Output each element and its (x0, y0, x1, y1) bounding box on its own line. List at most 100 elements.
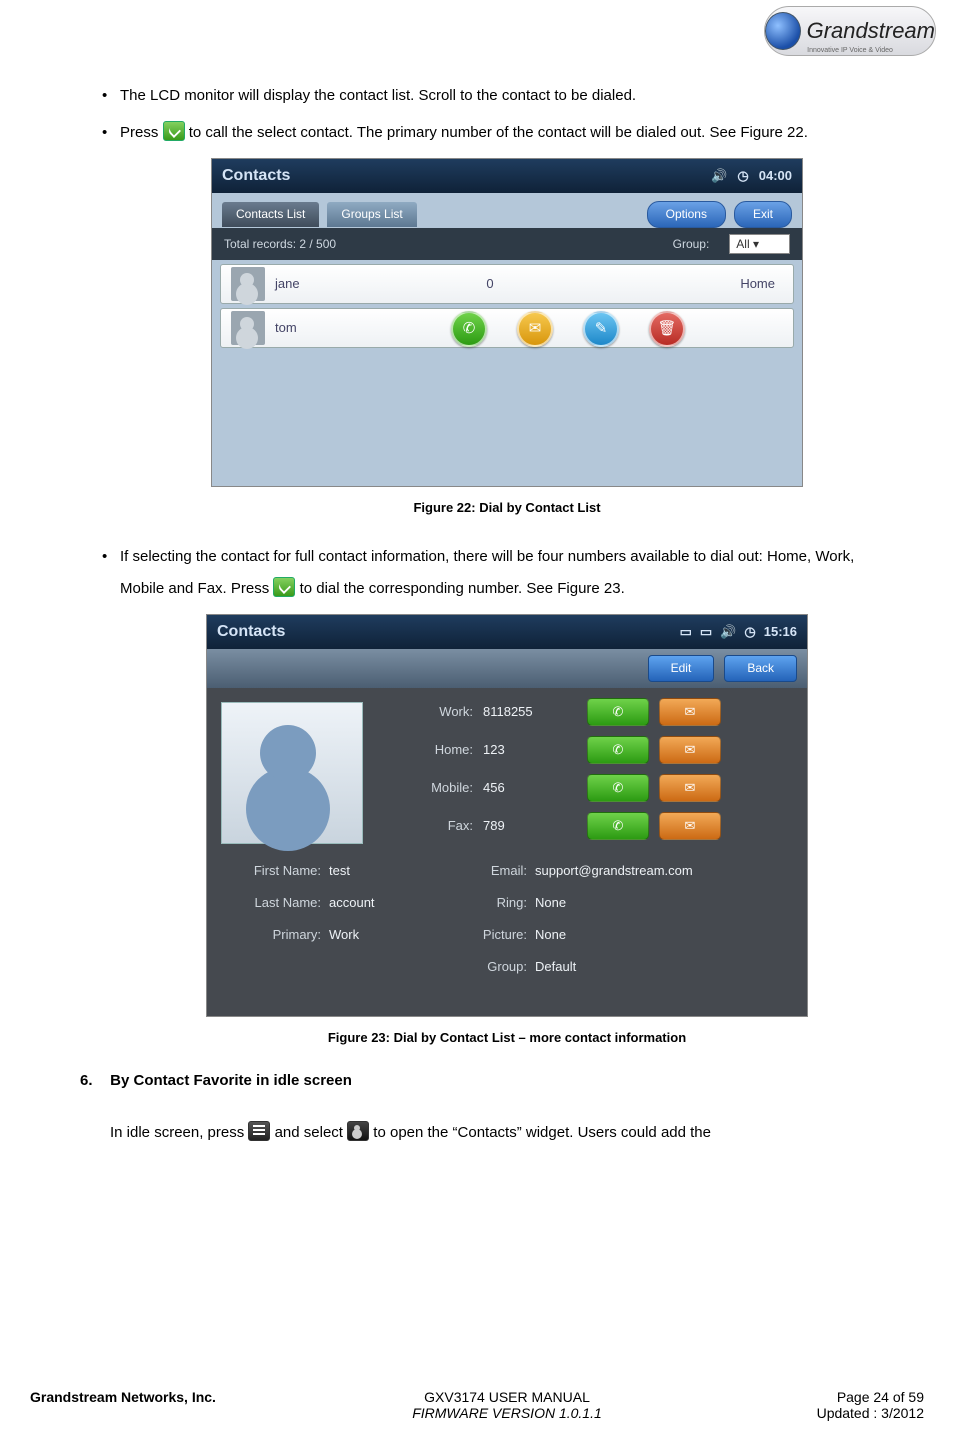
speaker-icon: 🔊 (711, 167, 727, 185)
last-name-label: Last Name: (221, 894, 321, 912)
delete-icon[interactable]: 🗑 (649, 311, 685, 347)
contacts-icon (347, 1121, 369, 1141)
msg-home-button[interactable]: ✉ (659, 736, 721, 764)
msg-mobile-button[interactable]: ✉ (659, 774, 721, 802)
clock-icon: ◷ (744, 623, 755, 641)
figure-22-caption: Figure 22: Dial by Contact List (120, 499, 894, 517)
page: Grandstream Innovative IP Voice & Video … (0, 0, 954, 1437)
group-label: Group: (447, 958, 527, 976)
contact-photo (221, 702, 363, 844)
ring-label: Ring: (447, 894, 527, 912)
footer-page: Page 24 of 59 (724, 1389, 924, 1405)
section-title: By Contact Favorite in idle screen (110, 1072, 352, 1089)
fig22-titlebar: Contacts 🔊 ◷ 04:00 (212, 159, 802, 193)
group-value: Default (535, 958, 793, 976)
clock-icon: ◷ (737, 167, 748, 185)
status-icon: ▭ (700, 623, 712, 641)
contact-info-grid: First Name: test Email: support@grandstr… (221, 862, 793, 976)
last-name-value: account (329, 894, 439, 912)
tab-groups-list[interactable]: Groups List (327, 202, 416, 227)
globe-icon (765, 12, 801, 50)
footer-updated: Updated : 3/2012 (724, 1405, 924, 1421)
email-label: Email: (447, 862, 527, 880)
speaker-icon: 🔊 (720, 623, 736, 641)
menu-icon (248, 1121, 270, 1141)
contact-row-selected[interactable]: tom ✆ ✉ ✎ 🗑 (220, 308, 794, 348)
ring-value: None (535, 894, 793, 912)
fig22-title: Contacts (222, 165, 290, 187)
section-6-text-c: to open the “Contacts” widget. Users cou… (373, 1124, 711, 1141)
figure-23-caption: Figure 23: Dial by Contact List – more c… (120, 1029, 894, 1047)
primary-label: Primary: (221, 926, 321, 944)
mobile-label: Mobile: (417, 779, 473, 797)
fig22-time: 04:00 (759, 167, 792, 185)
contact-name: tom (275, 319, 415, 337)
footer-manual: GXV3174 USER MANUAL (290, 1389, 724, 1405)
home-number: 123 (483, 741, 577, 759)
mobile-number: 456 (483, 779, 577, 797)
edit-button[interactable]: Edit (648, 655, 715, 682)
bullet-2-text-b: to call the select contact. The primary … (189, 124, 808, 141)
email-value: support@grandstream.com (535, 862, 793, 880)
first-name-value: test (329, 862, 439, 880)
bullet-1-text: The LCD monitor will display the contact… (120, 87, 636, 104)
exit-button[interactable]: Exit (734, 201, 792, 228)
dial-work-button[interactable]: ✆ (587, 698, 649, 726)
figure-22: Contacts 🔊 ◷ 04:00 Contacts List Groups … (211, 158, 803, 487)
total-records: Total records: 2 / 500 (224, 236, 336, 253)
fax-label: Fax: (417, 817, 473, 835)
brand-tagline: Innovative IP Voice & Video (765, 47, 935, 54)
contact-number: 0 (415, 275, 565, 293)
picture-label: Picture: (447, 926, 527, 944)
fig23-titlebar: Contacts ▭ ▭ 🔊 ◷ 15:16 (207, 615, 807, 649)
bullet-1: The LCD monitor will display the contact… (120, 86, 894, 107)
contact-type: Home (565, 275, 793, 293)
section-number: 6. (80, 1071, 106, 1092)
group-select[interactable]: All ▾ (729, 234, 790, 255)
dial-home-button[interactable]: ✆ (587, 736, 649, 764)
section-6-text-a: In idle screen, press (110, 1124, 248, 1141)
brand-name: Grandstream (807, 18, 935, 44)
dial-mobile-button[interactable]: ✆ (587, 774, 649, 802)
footer-company: Grandstream Networks, Inc. (30, 1389, 290, 1405)
fax-number: 789 (483, 817, 577, 835)
brand-logo: Grandstream Innovative IP Voice & Video (764, 6, 936, 56)
section-6-heading: 6. By Contact Favorite in idle screen (80, 1071, 894, 1092)
primary-value: Work (329, 926, 439, 944)
figure-23: Contacts ▭ ▭ 🔊 ◷ 15:16 Edit Back Work: (206, 614, 808, 1017)
bullet-3: If selecting the contact for full contac… (120, 541, 894, 604)
message-icon[interactable]: ✉ (517, 311, 553, 347)
section-6-text-b: and select (275, 1124, 348, 1141)
tab-contacts-list[interactable]: Contacts List (222, 202, 319, 227)
first-name-label: First Name: (221, 862, 321, 880)
msg-work-button[interactable]: ✉ (659, 698, 721, 726)
picture-value: None (535, 926, 793, 944)
work-label: Work: (417, 703, 473, 721)
status-icon: ▭ (680, 623, 692, 641)
fig22-summary-bar: Total records: 2 / 500 Group: All ▾ (212, 228, 802, 261)
call-icon (163, 121, 185, 141)
options-button[interactable]: Options (647, 201, 726, 228)
edit-icon[interactable]: ✎ (583, 311, 619, 347)
footer-firmware: FIRMWARE VERSION 1.0.1.1 (290, 1405, 724, 1421)
home-label: Home: (417, 741, 473, 759)
fig23-toolbar: Edit Back (207, 649, 807, 688)
contact-row[interactable]: jane 0 Home (220, 264, 794, 304)
group-label: Group: (673, 236, 710, 253)
page-footer: Grandstream Networks, Inc. GXV3174 USER … (30, 1389, 924, 1421)
call-icon (273, 577, 295, 597)
number-grid: Work: 8118255 ✆ ✉ Home: 123 ✆ ✉ Mobile: … (417, 698, 721, 850)
msg-fax-button[interactable]: ✉ (659, 812, 721, 840)
work-number: 8118255 (483, 703, 577, 721)
fig23-time: 15:16 (764, 623, 797, 641)
fig23-title: Contacts (217, 621, 285, 643)
bullet-2: Press to call the select contact. The pr… (120, 117, 894, 149)
call-icon[interactable]: ✆ (451, 311, 487, 347)
bullet-3-text-b: to dial the corresponding number. See Fi… (300, 580, 625, 597)
back-button[interactable]: Back (724, 655, 797, 682)
section-6-body: In idle screen, press and select to open… (110, 1117, 894, 1149)
body-content: The LCD monitor will display the contact… (30, 86, 924, 1149)
avatar-icon (231, 267, 265, 301)
avatar-icon (231, 311, 265, 345)
dial-fax-button[interactable]: ✆ (587, 812, 649, 840)
